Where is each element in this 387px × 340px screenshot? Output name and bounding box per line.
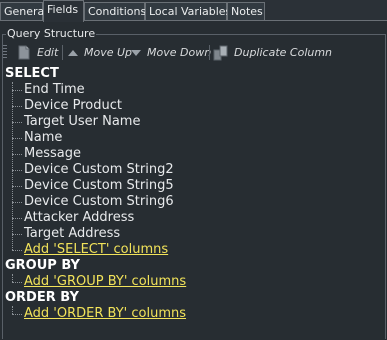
tree-guide [12,306,13,314]
group-by-header[interactable]: GROUP BY [5,258,80,274]
select-column-item[interactable]: Device Custom String6 [24,194,174,210]
tab-local-variables[interactable]: Local Variables [145,2,231,20]
add-order-by-columns-link[interactable]: Add 'ORDER BY' columns [24,306,186,322]
tree-connector [12,122,22,123]
tree-connector [12,218,22,219]
fields-panel: Query Structure Edit Move Up Move Down D… [0,21,387,340]
tab-label: Fields [47,3,79,16]
tree-connector [12,106,22,107]
tree-connector [12,282,22,283]
tab-label: Conditions [88,5,147,18]
tree-connector [12,250,22,251]
tree-connector [12,202,22,203]
select-column-item[interactable]: Attacker Address [24,210,134,226]
duplicate-icon [213,45,228,61]
edit-label: Edit [37,46,59,59]
duplicate-column-label: Duplicate Column [234,46,333,59]
move-up-label: Move Up [84,46,133,59]
edit-icon [18,45,30,60]
tab-general[interactable]: General [0,2,47,20]
tab-conditions[interactable]: Conditions [84,2,147,20]
toolbar-grip-icon[interactable] [3,45,7,60]
toolbar-separator [62,45,63,60]
tree-connector [12,154,22,155]
tab-fields[interactable]: Fields [43,0,84,22]
move-down-label: Move Down [147,46,212,59]
select-column-item[interactable]: Device Custom String2 [24,162,174,178]
select-column-item[interactable]: Name [24,130,62,146]
tree-guide [12,274,13,282]
toolbar: Edit Move Up Move Down Duplicate Column [3,44,383,62]
tree-connector [12,90,22,91]
select-column-item[interactable]: End Time [24,82,85,98]
tab-bar: General Fields Conditions Local Variable… [0,0,387,22]
tab-label: General [4,5,48,18]
tree-connector [12,234,22,235]
tab-notes[interactable]: Notes [227,2,265,20]
select-column-item[interactable]: Target User Name [24,114,140,130]
arrow-up-icon [68,50,78,56]
add-select-columns-link[interactable]: Add 'SELECT' columns [24,242,168,258]
add-group-by-columns-link[interactable]: Add 'GROUP BY' columns [24,274,186,290]
tree-guide [12,82,13,250]
tab-label: Local Variables [149,5,232,18]
select-column-item[interactable]: Message [24,146,81,162]
select-column-item[interactable]: Target Address [24,226,120,242]
select-column-item[interactable]: Device Product [24,98,122,114]
tree-connector [12,138,22,139]
tree-connector [12,186,22,187]
group-title: Query Structure [6,27,97,40]
tree-connector [12,170,22,171]
select-column-item[interactable]: Device Custom String5 [24,178,174,194]
tree-connector [12,314,22,315]
tab-label: Notes [231,5,263,18]
toolbar-separator [209,45,210,60]
select-header[interactable]: SELECT [5,66,59,82]
order-by-header[interactable]: ORDER BY [5,290,79,306]
arrow-down-icon [131,50,141,56]
